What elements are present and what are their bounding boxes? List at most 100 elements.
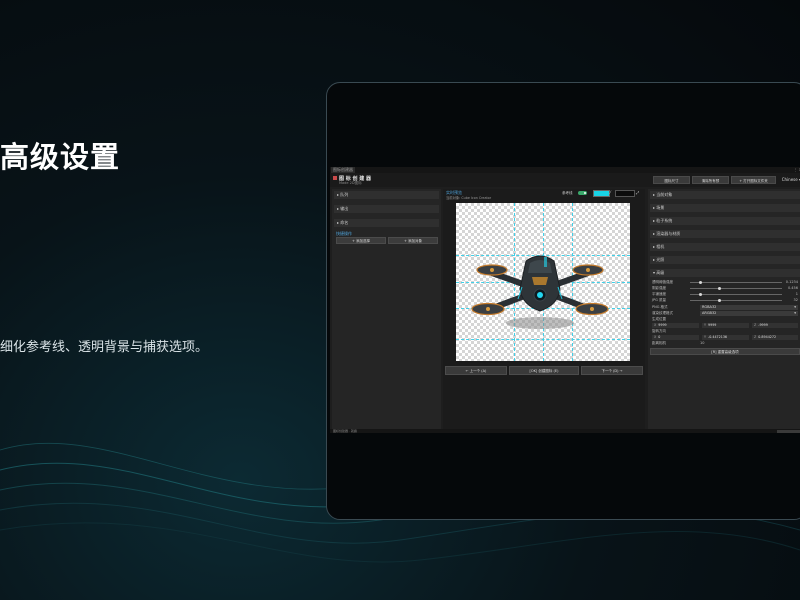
render-format-select[interactable]: ARGB32 ▾ [700, 311, 798, 316]
tile-speed-slider[interactable] [690, 292, 782, 296]
preview-subtitle: 当前对象: Cube Icon Creator [446, 196, 492, 200]
guide-line [456, 339, 630, 340]
png-format-row: PNG 格式 RGBA32 ▾ [652, 305, 798, 310]
rotation-y-field[interactable]: Y -0.4472136 [702, 335, 749, 340]
add-selection-button[interactable]: + 添加选择 [336, 237, 386, 244]
app-header: 图 标 创 建 器 Made 2D图标 图标尺寸 清除所有预 + 打开图标文件夹… [330, 173, 800, 187]
open-folder-button[interactable]: + 打开图标文件夹 [731, 176, 776, 184]
property-label: PNG 格式 [652, 305, 668, 309]
alpha-threshold-slider[interactable] [690, 280, 782, 284]
field-value: 9999 [708, 323, 717, 327]
section-label: 相机 [656, 244, 665, 249]
section-label: 粒子系统 [656, 218, 673, 223]
reference-lines-toggle[interactable] [578, 191, 587, 195]
position-z-field[interactable]: Z -9999 [752, 323, 798, 328]
language-select[interactable]: Chinese ▾ [782, 176, 800, 184]
language-value: Chinese [781, 177, 798, 182]
section-scene[interactable]: ▸ 场景 [650, 204, 800, 212]
section-label: 渲染器与材质 [656, 231, 681, 236]
property-label: 旋转方向 [652, 329, 666, 333]
property-label: JPG 质量 [652, 298, 666, 302]
rotation-x-field[interactable]: X0 [652, 335, 699, 340]
section-label: 命名 [340, 220, 349, 225]
guide-color-swatch[interactable] [593, 190, 610, 197]
distance-field[interactable]: 10 [700, 341, 704, 346]
section-naming[interactable]: ▸ 命名 [334, 219, 439, 227]
reset-advanced-button[interactable]: [R] 重置高级选项 [650, 348, 800, 355]
background-color-swatch[interactable] [615, 190, 635, 197]
section-label: 输出 [340, 206, 349, 211]
left-panel: ▸ 队列 ▸ 输出 ▸ 命名 快捷操作 + 添加选择 + 添加对象 [332, 189, 441, 433]
status-text: 图标创建器 · 就绪 [333, 429, 357, 433]
render-format-row: 渲染纹理格式 ARGB32 ▾ [652, 311, 798, 316]
slider-knob[interactable] [699, 280, 703, 284]
next-button[interactable]: 下一个 (D) → [581, 366, 643, 375]
position-y-field[interactable]: Y 9999 [702, 323, 749, 328]
section-camera[interactable]: ▸ 相机 [650, 243, 800, 251]
property-label: 阴影强度 [652, 286, 666, 290]
property-label: 渲染纹理格式 [652, 311, 673, 315]
section-queue[interactable]: ▸ 队列 [334, 191, 439, 199]
select-value: ARGB32 [702, 311, 717, 315]
section-output[interactable]: ▸ 输出 [334, 205, 439, 213]
icon-creator-window: 图标创建器 ⋮ ✕ 图 标 创 建 器 Made 2D图标 图标尺寸 清除所有预… [330, 167, 800, 433]
icon-size-button[interactable]: 图标尺寸 [653, 176, 690, 184]
field-value: -9999 [758, 323, 768, 327]
field-value: 9999 [658, 323, 667, 327]
shadow-strength-slider[interactable] [690, 286, 782, 290]
position-label-row: 生成位置 [652, 317, 798, 322]
property-label: 透明阈值强度 [652, 280, 673, 284]
jpg-quality-slider[interactable] [690, 298, 782, 302]
chevron-down-icon: ▾ [794, 305, 796, 309]
section-current-object[interactable]: ▸ 当前对象 [650, 191, 800, 199]
rotation-row: X0 Y -0.4472136 Z 0.8944272 [652, 335, 798, 340]
slide-title: 高级设置 [0, 140, 121, 174]
section-renderer-material[interactable]: ▸ 渲染器与材质 [650, 230, 800, 238]
jpg-quality-row: JPG 质量 32 [652, 298, 798, 303]
field-value: 0 [658, 335, 661, 339]
property-label: 生成位置 [652, 317, 666, 321]
section-label: 光照 [656, 257, 665, 262]
chevron-down-icon: ▾ [794, 311, 796, 315]
slide-description: 细化参考线、透明背景与捕获选项。 [0, 340, 209, 355]
section-advanced[interactable]: ▾ 高级 [650, 269, 800, 277]
slider-knob[interactable] [699, 292, 703, 296]
rotation-z-field[interactable]: Z 0.8944272 [752, 335, 798, 340]
png-format-select[interactable]: RGBA32 ▾ [700, 305, 798, 310]
transparent-preview-canvas[interactable] [456, 203, 630, 361]
app-subtitle: Made 2D图标 [339, 181, 362, 185]
rotation-label-row: 旋转方向 [652, 329, 798, 334]
section-lighting[interactable]: ▸ 光照 [650, 256, 800, 264]
section-particle-system[interactable]: ▸ 粒子系统 [650, 217, 800, 225]
tile-speed-row: 平铺速度 1 [652, 292, 798, 297]
alpha-threshold-row: 透明阈值强度 0.1234 [652, 280, 798, 285]
app-logo-icon [333, 176, 337, 180]
status-bar: 图标创建器 · 就绪 [330, 429, 800, 433]
reference-lines-label: 参考线 [562, 191, 573, 195]
position-row: X 9999 Y 9999 Z -9999 [652, 323, 798, 328]
previous-button[interactable]: ← 上一个 (A) [445, 366, 507, 375]
property-label: 平铺速度 [652, 292, 666, 296]
screenshot-frame: 图标创建器 ⋮ ✕ 图 标 创 建 器 Made 2D图标 图标尺寸 清除所有预… [326, 82, 800, 520]
slider-knob[interactable] [717, 286, 721, 290]
slider-knob[interactable] [717, 298, 721, 302]
position-x-field[interactable]: X 9999 [652, 323, 699, 328]
status-progress [777, 429, 800, 433]
property-value: 0.1234 [785, 280, 798, 284]
field-value: 0.8944272 [758, 335, 777, 339]
property-value: 32 [793, 298, 798, 302]
drone-model-image [471, 255, 609, 329]
property-label: 距离相机 [652, 341, 666, 345]
property-value: 1 [795, 292, 798, 296]
expand-icon[interactable]: ⤢ [636, 190, 639, 195]
create-icon-button[interactable]: [OK] 创建图标 (E) [509, 366, 579, 375]
field-value: -0.4472136 [708, 335, 728, 339]
preview-panel: 实时预览 当前对象: Cube Icon Creator 参考线 ⁄ ⤢ ← 上… [443, 189, 645, 433]
settings-panel: ▸ 当前对象 ▸ 场景 ▸ 粒子系统 ▸ 渲染器与材质 ▸ 相机 ▸ 光照 ▾ … [648, 189, 800, 433]
section-label: 当前对象 [656, 192, 673, 197]
clear-preview-button[interactable]: 清除所有预 [692, 176, 729, 184]
eyedropper-icon[interactable]: ⁄ [610, 190, 611, 195]
distance-row: 距离相机 10 [652, 341, 798, 346]
add-object-button[interactable]: + 添加对象 [388, 237, 438, 244]
select-value: RGBA32 [702, 305, 717, 309]
